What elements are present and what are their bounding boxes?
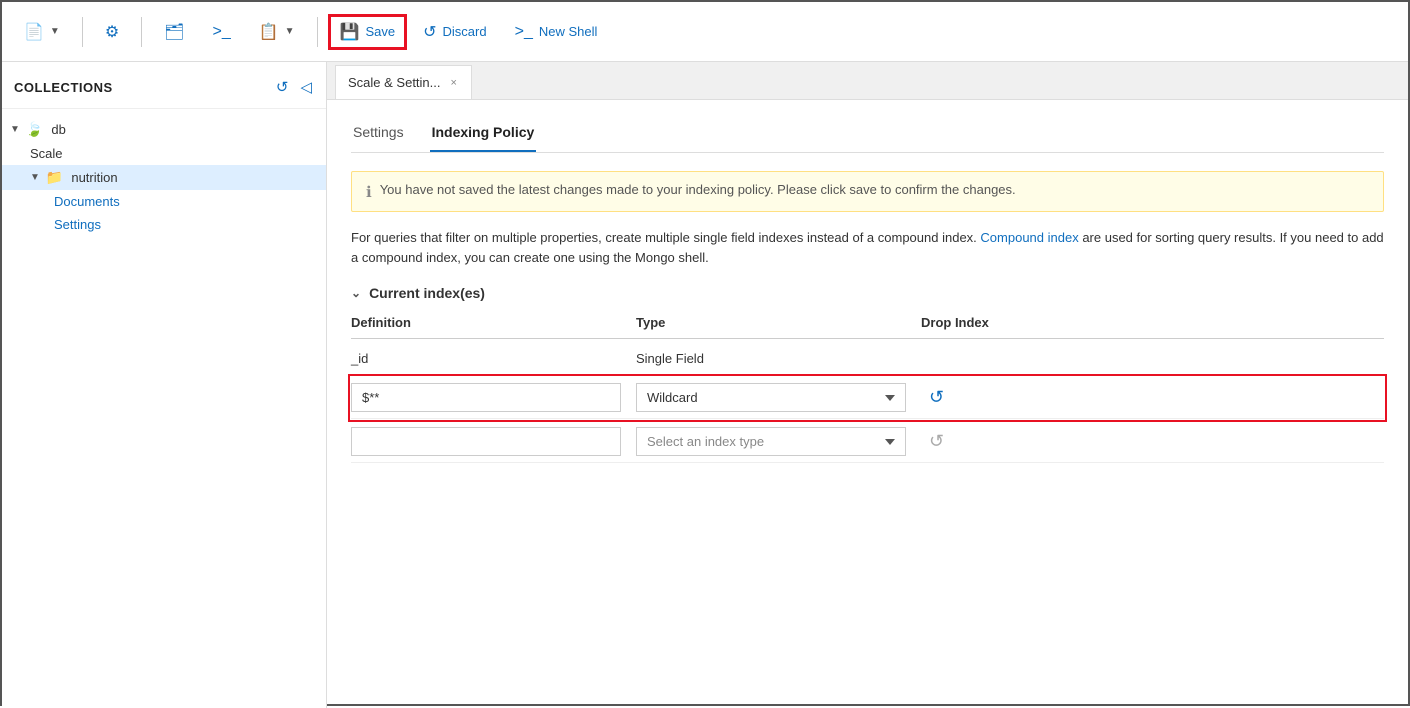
new-document-button[interactable]: 📄 ▼ [14,16,70,48]
type-select-wildcard[interactable]: Wildcard Single Field Compound [636,383,906,412]
open-chevron: ▼ [285,26,295,37]
content-inner: Settings Indexing Policy ℹ You have not … [327,100,1408,708]
description-text-1: For queries that filter on multiple prop… [351,230,980,245]
warning-banner: ℹ You have not saved the latest changes … [351,171,1384,212]
settings-sub-label: Settings [54,217,101,232]
separator-3 [317,17,318,47]
open-icon: 📋 [259,22,279,42]
discard-icon: ↺ [423,22,436,42]
type-select-new[interactable]: Select an index type Single Field Wildca… [636,427,906,456]
sidebar-item-scale[interactable]: Scale [2,142,326,165]
col-header-definition: Definition [351,315,636,330]
wildcard-drop-cell: ↺ [921,383,1081,412]
sidebar-header-actions: ↺ ◁ [274,76,314,98]
tab-bar: Scale & Settin... × [327,62,1408,100]
save-button[interactable]: 💾 Save [330,16,406,48]
info-icon: ℹ [366,183,372,201]
table-row: Select an index type Single Field Wildca… [351,421,1384,463]
save-icon: 💾 [340,22,360,42]
main-layout: COLLECTIONS ↺ ◁ ▼ 🍃 db Scale ▼ 📁 nutriti… [2,62,1408,708]
table-header: Definition Type Drop Index [351,315,1384,339]
index-table: Definition Type Drop Index _id Single Fi… [351,315,1384,463]
toolbar: 📄 ▼ ⚙ 🗂 >_ 📋 ▼ 💾 Save ↺ Discard >_ New S… [2,2,1408,62]
col-header-type: Type [636,315,921,330]
tab-close-button[interactable]: × [451,77,457,89]
content-area: Scale & Settin... × Settings Indexing Po… [327,62,1408,708]
collapse-button[interactable]: ◁ [298,76,314,98]
scale-settings-tab[interactable]: Scale & Settin... × [335,65,472,99]
db-icon: 🍃 [26,121,43,138]
import-icon: 🗂 [164,22,184,42]
new-definition-cell [351,427,636,456]
import-button[interactable]: 🗂 [154,16,194,48]
inner-tabs: Settings Indexing Policy [351,100,1384,153]
documents-label: Documents [54,194,120,209]
revert-button-wildcard[interactable]: ↺ [921,383,952,412]
db-arrow: ▼ [10,124,20,135]
sidebar-item-nutrition[interactable]: ▼ 📁 nutrition [2,165,326,190]
section-header-indexes[interactable]: ⌄ Current index(es) [351,285,1384,301]
tab-settings[interactable]: Settings [351,118,406,152]
nutrition-label: nutrition [71,170,117,185]
new-document-chevron: ▼ [50,26,60,37]
sidebar-item-settings[interactable]: Settings [2,213,326,236]
sidebar-header: COLLECTIONS ↺ ◁ [2,62,326,109]
tab-label: Scale & Settin... [348,75,441,90]
wildcard-type-cell: Wildcard Single Field Compound [636,383,921,412]
row-id-type: Single Field [636,351,921,366]
revert-button-new: ↺ [921,427,952,456]
sidebar: COLLECTIONS ↺ ◁ ▼ 🍃 db Scale ▼ 📁 nutriti… [2,62,327,708]
table-row: _id Single Field [351,343,1384,375]
separator-1 [82,17,83,47]
sidebar-item-db[interactable]: ▼ 🍃 db [2,117,326,142]
nutrition-arrow: ▼ [30,172,40,183]
collection-icon: 📁 [46,169,63,186]
definition-input-wildcard[interactable] [351,383,621,412]
tab-indexing-policy[interactable]: Indexing Policy [430,118,537,152]
open-button[interactable]: 📋 ▼ [249,16,305,48]
section-label: Current index(es) [369,285,485,301]
sidebar-tree: ▼ 🍃 db Scale ▼ 📁 nutrition Documents Set… [2,109,326,244]
settings-tab-label: Settings [353,124,404,140]
shell-inline-button[interactable]: >_ [202,17,240,47]
collections-title: COLLECTIONS [14,80,113,95]
sidebar-item-documents[interactable]: Documents [2,190,326,213]
scale-label: Scale [30,146,63,161]
terminal-icon: >_ [212,23,230,41]
row-id-definition: _id [351,351,636,366]
new-document-icon: 📄 [24,22,44,42]
col-header-drop-index: Drop Index [921,315,1081,330]
new-shell-icon: >_ [515,23,533,41]
separator-2 [141,17,142,47]
settings-button[interactable]: ⚙ [95,16,129,48]
table-row: Wildcard Single Field Compound ↺ [351,377,1384,419]
discard-button[interactable]: ↺ Discard [413,16,496,48]
new-drop-cell: ↺ [921,427,1081,456]
new-shell-button[interactable]: >_ New Shell [505,17,608,47]
warning-text: You have not saved the latest changes ma… [380,182,1016,197]
section-chevron: ⌄ [351,286,361,300]
description-text: For queries that filter on multiple prop… [351,228,1384,267]
discard-label: Discard [443,24,487,39]
definition-input-new[interactable] [351,427,621,456]
new-shell-label: New Shell [539,24,598,39]
indexing-policy-tab-label: Indexing Policy [432,124,535,140]
compound-index-link[interactable]: Compound index [980,230,1078,245]
save-label: Save [365,24,395,39]
gear-icon: ⚙ [105,22,119,42]
refresh-button[interactable]: ↺ [274,76,291,98]
db-label: db [51,122,65,137]
wildcard-definition-cell [351,383,636,412]
new-type-cell: Select an index type Single Field Wildca… [636,427,921,456]
